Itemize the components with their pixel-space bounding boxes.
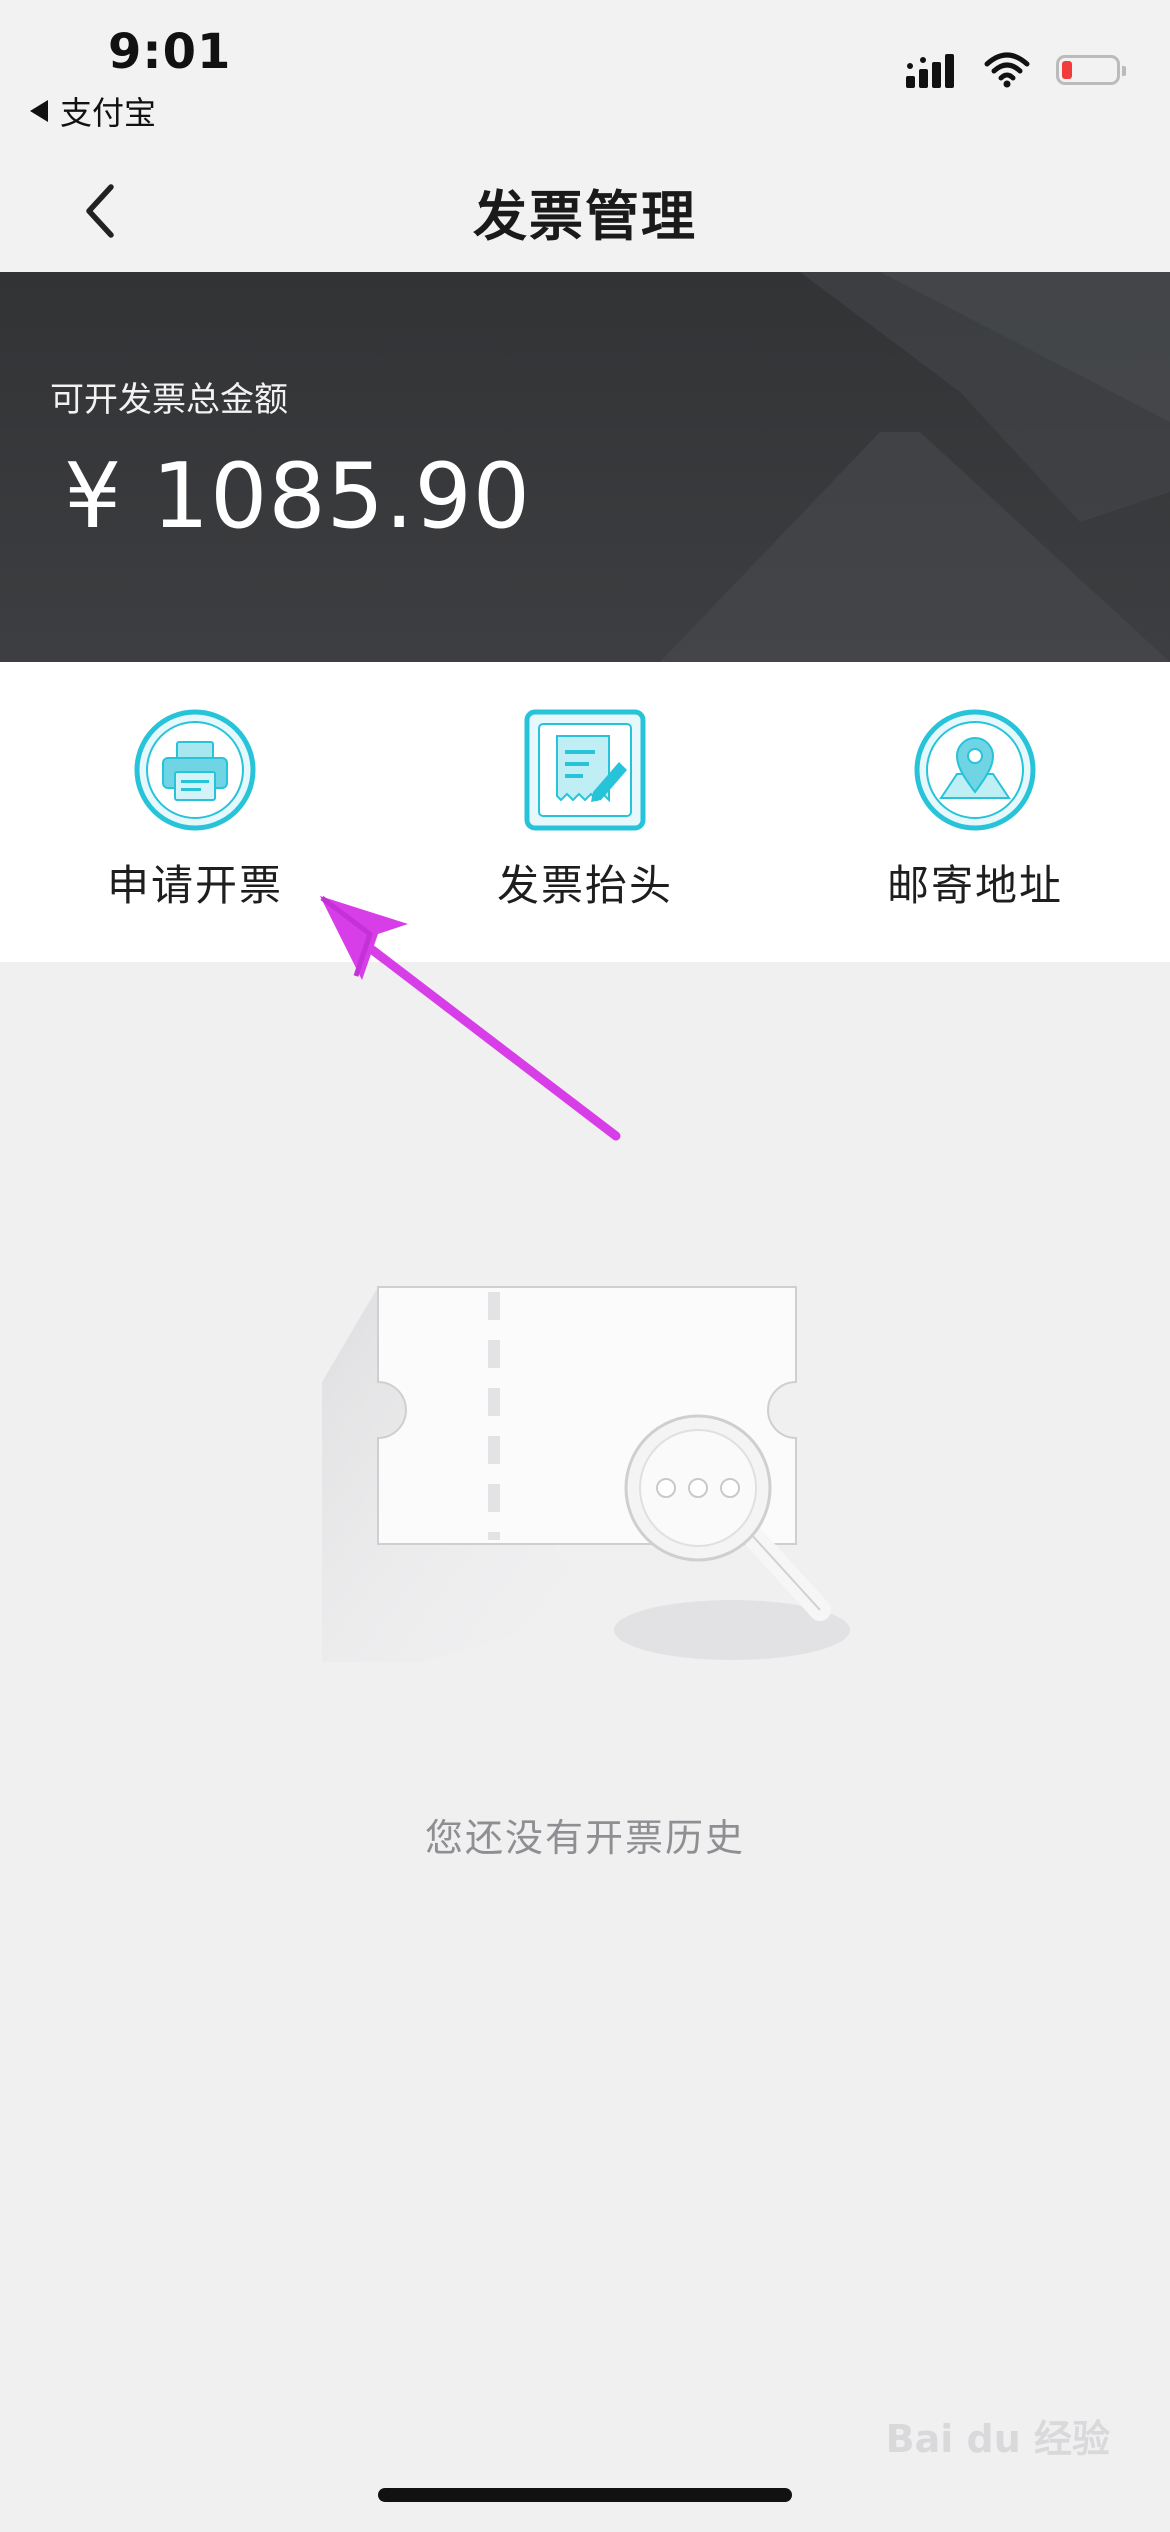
- wifi-icon: [984, 52, 1030, 88]
- action-row: 申请开票 发票抬头 邮寄地址: [0, 662, 1170, 962]
- nav-bar: 发票管理: [0, 150, 1170, 272]
- mailing-address-label: 邮寄地址: [886, 861, 1063, 910]
- page-title: 发票管理: [473, 185, 697, 248]
- home-indicator[interactable]: [378, 2488, 792, 2502]
- apply-invoice-button[interactable]: 申请开票: [0, 708, 390, 913]
- invoice-title-button[interactable]: 发票抬头: [390, 708, 780, 913]
- printer-icon: [134, 709, 256, 831]
- map-pin-icon: [914, 709, 1036, 831]
- back-app-label: 支付宝: [60, 94, 157, 132]
- back-to-app-link[interactable]: 支付宝: [30, 88, 156, 134]
- ticket-search-illustration: [322, 1286, 850, 1662]
- mailing-address-button[interactable]: 邮寄地址: [780, 708, 1170, 913]
- invoice-title-label: 发票抬头: [496, 861, 673, 910]
- invoice-title-icon: [524, 709, 646, 831]
- empty-state: 您还没有开票历史: [0, 962, 1170, 2532]
- battery-level: [1062, 61, 1072, 79]
- watermark: Bai du 经验: [885, 2417, 1110, 2461]
- cellular-signal-icon: [906, 54, 954, 88]
- status-time: 9:01: [108, 24, 232, 80]
- empty-state-message: 您还没有开票历史: [424, 1816, 745, 1860]
- status-bar: 9:01 支付宝: [0, 0, 1170, 150]
- balance-amount: ¥ 1085.90: [64, 444, 532, 549]
- invoice-balance-card: 可开发票总金额 ¥ 1085.90: [0, 272, 1170, 662]
- back-triangle-icon: [30, 100, 48, 122]
- apply-invoice-label: 申请开票: [106, 861, 283, 910]
- battery-low-icon: [1056, 55, 1126, 85]
- balance-label: 可开发票总金额: [50, 380, 288, 420]
- status-icons: [906, 52, 1126, 88]
